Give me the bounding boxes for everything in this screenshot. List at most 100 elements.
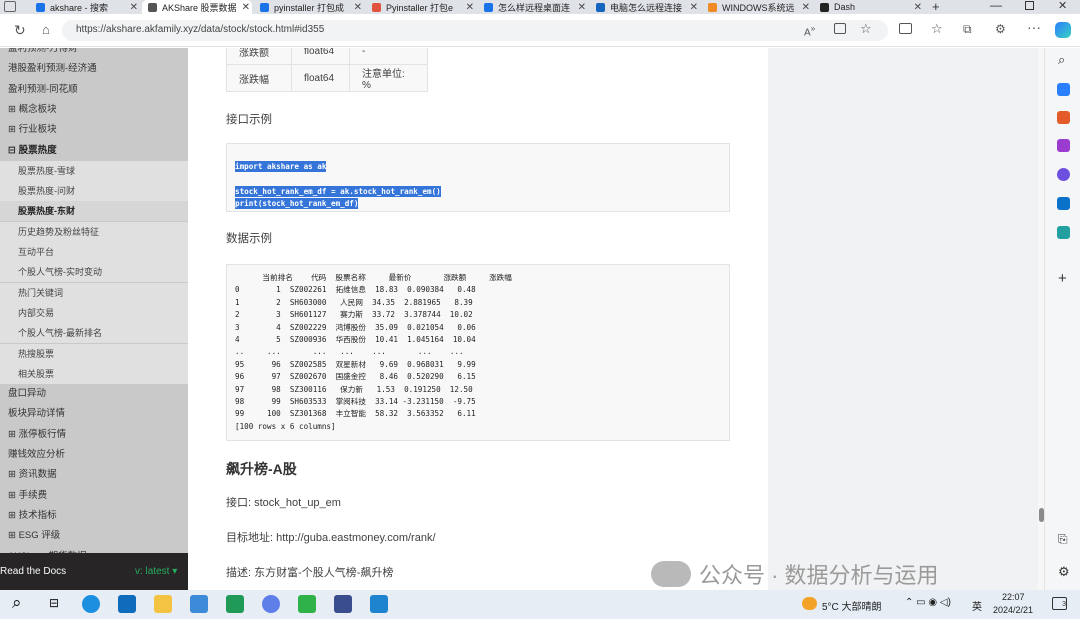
sidebar-nav-item[interactable]: 个股人气榜-最新排名 <box>0 323 188 344</box>
close-tab-icon[interactable]: ✕ <box>578 2 586 13</box>
sidebar-nav-item[interactable]: 港股盈利预测-经济通 <box>0 59 188 79</box>
browser-tab[interactable]: 电脑怎么远程连接 ✕ <box>590 0 700 14</box>
close-tab-icon[interactable]: ✕ <box>802 2 810 13</box>
mail-taskbar-icon[interactable] <box>118 595 136 613</box>
settings-icon[interactable]: ⚙ <box>1058 564 1070 580</box>
ime-indicator[interactable]: 英 <box>972 598 982 613</box>
sidebar-nav-item[interactable]: 股票热度-雪球 <box>0 160 188 181</box>
tab-favicon-icon <box>372 2 381 12</box>
clock-date[interactable]: 2024/2/21 <box>993 605 1033 615</box>
explorer-taskbar-icon[interactable] <box>154 595 172 613</box>
notification-icon[interactable]: 3 <box>1052 597 1067 610</box>
home-icon[interactable]: ⌂ <box>42 22 50 37</box>
close-tab-icon[interactable]: ✕ <box>914 2 922 13</box>
sidebar-nav-item[interactable]: 盈利预测-同花顺 <box>0 80 188 100</box>
close-tab-icon[interactable]: ✕ <box>242 2 250 13</box>
copilot-icon[interactable] <box>1055 22 1071 38</box>
sidebar-nav-item[interactable]: 热门关键词 <box>0 282 188 303</box>
persona-icon[interactable] <box>1057 139 1070 152</box>
read-aloud-icon[interactable]: A» <box>804 23 815 38</box>
browser-tab[interactable]: Pyinstaller 打包e ✕ <box>366 0 476 14</box>
minimize-button[interactable]: — <box>990 0 1002 12</box>
sidebar-nav-item[interactable]: ⊞ 技术指标 <box>0 506 188 526</box>
more-menu-icon[interactable]: ··· <box>1027 19 1041 35</box>
sidebar-nav-item[interactable]: 板块异动详情 <box>0 404 188 424</box>
sidebar-nav-item[interactable]: ⊞ 涨停板行情 <box>0 425 188 445</box>
browser-tab[interactable]: akshare - 搜索 ✕ <box>30 0 140 14</box>
wechat-taskbar-icon[interactable] <box>298 595 316 613</box>
output-line: 99 100 SZ301368 丰立智能 58.32 3.563352 6.11 <box>235 409 476 419</box>
version-selector[interactable]: v: latest ▾ <box>135 566 177 577</box>
browser-tab[interactable]: pyinstaller 打包成 ✕ <box>254 0 364 14</box>
weather-icon[interactable] <box>802 597 817 610</box>
collections-icon[interactable]: ⧉ <box>963 22 972 37</box>
sidebar-nav-item[interactable]: ⊞ 资讯数据 <box>0 465 188 485</box>
favorite-star-icon[interactable]: ☆ <box>860 21 872 37</box>
sidebar-nav-item[interactable]: 互动平台 <box>0 242 188 262</box>
docs-sidebar: 盈利预测-万得财 港股盈利预测-经济通 盈利预测-同花顺 ⊞ 概念板块 ⊞ 行业板块 ⊟ … <box>0 48 188 553</box>
readthedocs-bar[interactable]: Read the Docs v: latest ▾ <box>0 553 188 590</box>
close-tab-icon[interactable]: ✕ <box>466 2 474 13</box>
weather-text[interactable]: 5°C 大部晴朗 <box>822 598 882 613</box>
outlook-icon[interactable] <box>1057 197 1070 210</box>
drop-icon[interactable] <box>1057 226 1070 239</box>
search-icon[interactable]: ⌕ <box>1058 52 1065 68</box>
sidebar-nav-item[interactable]: 个股人气榜-实时变动 <box>0 262 188 283</box>
sidebar-nav-item[interactable]: 股票热度-问财 <box>0 181 188 202</box>
refresh-icon[interactable]: ↻ <box>14 22 26 39</box>
sidebar-nav-item[interactable]: ⊞ ESG 评级 <box>0 526 188 546</box>
browser-tab[interactable]: WINDOWS系统远 ✕ <box>702 0 812 14</box>
sidebar-nav-item[interactable]: ⊟ 股票热度 <box>0 141 188 161</box>
add-icon[interactable]: + <box>1058 270 1067 287</box>
vscode-taskbar-icon[interactable] <box>370 595 388 613</box>
screenshot-icon[interactable]: ⎘ <box>1058 532 1068 547</box>
sidebar-nav-item[interactable]: 相关股票 <box>0 363 188 384</box>
sidebar-nav-item[interactable]: 历史趋势及粉丝特征 <box>0 221 188 242</box>
app-available-icon[interactable] <box>834 23 846 34</box>
close-window-button[interactable]: ✕ <box>1058 0 1067 12</box>
favorites-icon[interactable]: ☆ <box>931 21 943 37</box>
close-tab-icon[interactable]: ✕ <box>690 2 698 13</box>
sidebar-nav-item[interactable]: ⊞ 手续费 <box>0 486 188 506</box>
code-line[interactable]: print(stock_hot_rank_em_df) <box>235 197 359 209</box>
code-line[interactable]: import akshare as ak <box>235 161 327 172</box>
edge-taskbar-icon[interactable] <box>82 595 100 613</box>
close-tab-icon[interactable]: ✕ <box>354 2 362 13</box>
sidebar-nav-item[interactable]: 盈利预测-万得财 <box>0 48 188 59</box>
sidebar-nav-item[interactable]: ⊞ 概念板块 <box>0 100 188 120</box>
output-line: .. ... ... ... ... ... ... <box>235 347 464 357</box>
address-bar[interactable]: https://akshare.akfamily.xyz/data/stock/… <box>62 20 888 41</box>
windows-search-icon[interactable]: ⌕ <box>12 593 22 613</box>
browser-tab[interactable]: Dash ✕ <box>814 0 924 14</box>
url-text[interactable]: https://akshare.akfamily.xyz/data/stock/… <box>76 24 324 35</box>
close-tab-icon[interactable]: ✕ <box>130 2 138 13</box>
new-tab-button[interactable]: + <box>932 0 940 14</box>
sidebar-nav-item[interactable]: 股票热度-东财 <box>0 201 188 222</box>
toolbox-icon[interactable] <box>1057 111 1070 124</box>
browser-tab[interactable]: 怎么样远程桌面连 ✕ <box>478 0 588 14</box>
sidebar-nav-item[interactable]: 内部交易 <box>0 302 188 323</box>
extensions-icon[interactable]: ⚙ <box>995 22 1006 36</box>
tray-icons[interactable]: ⌃ ▭ ◉ ◁) <box>905 597 951 608</box>
sidebar-nav-item[interactable]: 赚钱效应分析 <box>0 445 188 465</box>
sidebar-nav-item[interactable]: 盘口异动 <box>0 384 188 404</box>
wechat-watermark: 公众号 · 数据分析与运用 <box>651 558 939 590</box>
sidebar-nav-item[interactable]: 热搜股票 <box>0 343 188 364</box>
maximize-button[interactable] <box>1025 1 1034 10</box>
sidebar-nav-item[interactable]: ⊞ 行业板块 <box>0 120 188 140</box>
readthedocs-label: Read the Docs <box>0 566 67 577</box>
pen-taskbar-icon[interactable] <box>334 595 352 613</box>
browser-tab[interactable]: AKShare 股票数据 ✕ <box>142 0 252 14</box>
app-taskbar-icon[interactable] <box>262 595 280 613</box>
section-title: 飙升榜-A股 <box>226 461 297 477</box>
tab-actions-icon[interactable] <box>4 1 16 12</box>
task-view-icon[interactable]: ⊟ <box>49 596 59 610</box>
interface-text: 接口: stock_hot_up_em <box>226 497 341 509</box>
tag-icon[interactable] <box>1057 83 1070 96</box>
clock-time[interactable]: 22:07 <box>1002 592 1025 602</box>
store-taskbar-icon[interactable] <box>190 595 208 613</box>
output-line: 96 97 SZ002670 国盛金控 8.46 0.520290 6.15 <box>235 372 476 382</box>
split-screen-icon[interactable] <box>899 23 912 34</box>
office-icon[interactable] <box>1057 168 1070 181</box>
remote-taskbar-icon[interactable] <box>226 595 244 613</box>
